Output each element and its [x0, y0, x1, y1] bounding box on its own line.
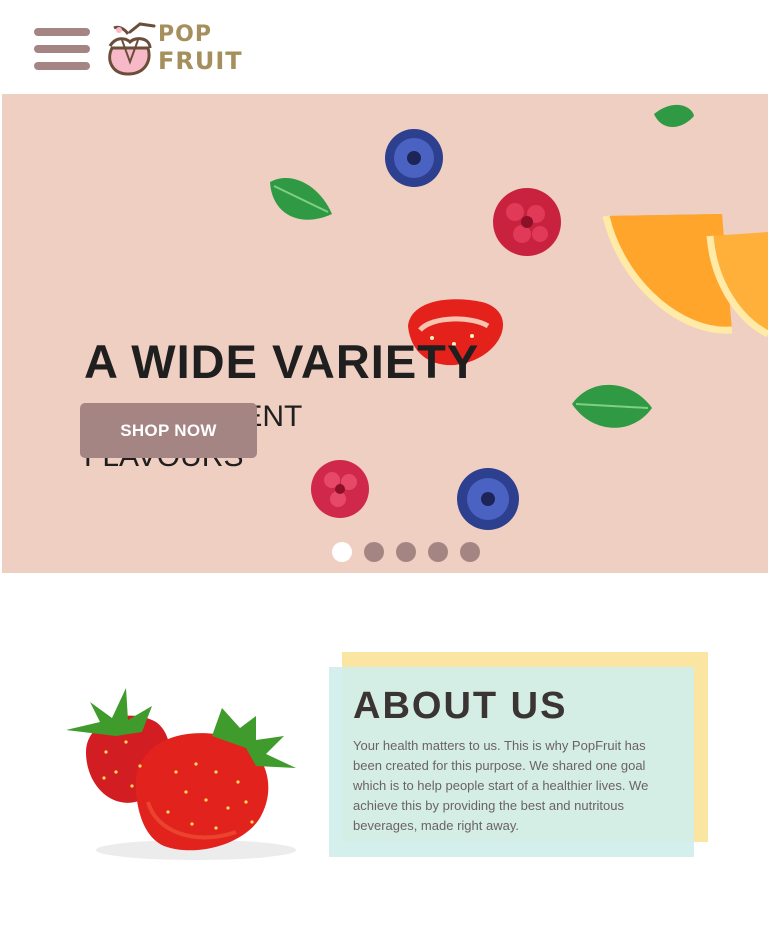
- logo-line1: POP: [158, 22, 212, 47]
- site-header: POP FRUIT: [0, 0, 768, 94]
- fruit-background-image: [270, 104, 768, 530]
- carousel-dot-1[interactable]: [332, 542, 352, 562]
- blueberry-icon: [457, 468, 519, 530]
- logo-line2: FRUIT: [158, 47, 243, 75]
- strawberry-leaves-icon: [66, 688, 152, 736]
- carousel-dot-3[interactable]: [396, 542, 416, 562]
- about-body: Your health matters to us. This is why P…: [353, 738, 649, 833]
- carousel-dot-5[interactable]: [460, 542, 480, 562]
- logo-wordmark: POP FRUIT: [158, 22, 243, 74]
- orange-slice-icon: [602, 214, 733, 334]
- carousel-dot-2[interactable]: [364, 542, 384, 562]
- carousel-dots: [332, 542, 480, 562]
- raspberry-icon: [311, 460, 369, 518]
- hero-title: A WIDE VARIETY: [84, 335, 480, 388]
- hero-carousel: A WIDE VARIETY OF DIFFERENT FLAVOURS: [2, 94, 768, 573]
- apple-cup-logo-icon: [108, 22, 156, 76]
- strawberries-image: [66, 688, 296, 860]
- popfruit-logo[interactable]: POP FRUIT: [104, 20, 242, 82]
- carousel-dot-4[interactable]: [428, 542, 448, 562]
- hamburger-menu-icon[interactable]: [34, 28, 90, 72]
- about-title: ABOUT US: [353, 685, 568, 727]
- blueberry-icon: [385, 129, 443, 187]
- mint-leaf-icon: [654, 104, 694, 127]
- shop-now-button[interactable]: SHOP NOW: [80, 403, 257, 458]
- raspberry-icon: [493, 188, 561, 256]
